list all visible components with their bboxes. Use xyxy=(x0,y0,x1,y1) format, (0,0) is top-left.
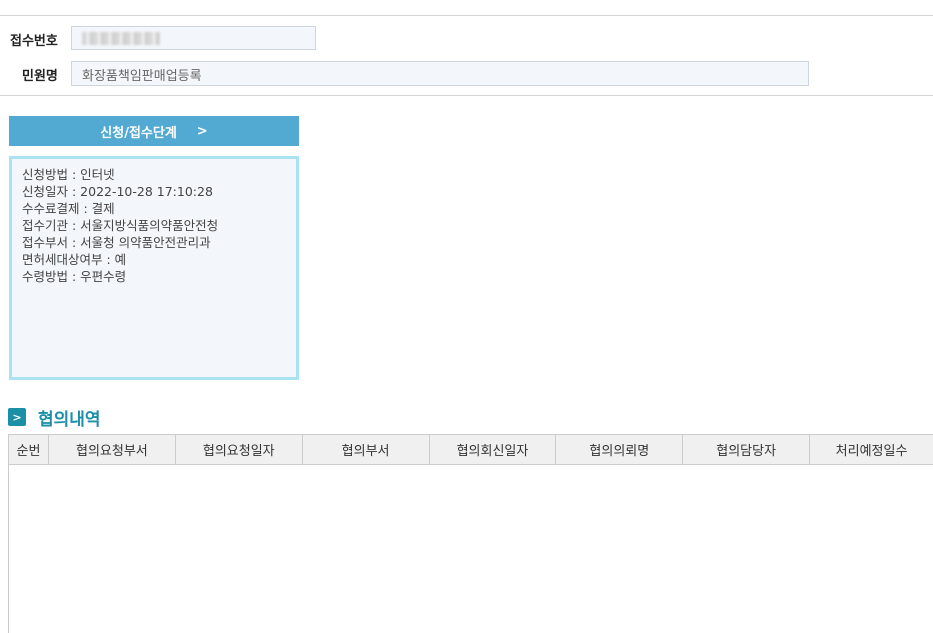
consultation-section-header: > 협의내역 xyxy=(8,405,101,430)
table-header-row: 순번 협의요청부서 협의요청일자 협의부서 협의회신일자 협의의뢰명 협의담당자… xyxy=(9,435,933,465)
col-reply-date[interactable]: 협의회신일자 xyxy=(430,435,557,464)
chevron-right-icon: > xyxy=(8,408,26,426)
receipt-number-label: 접수번호 xyxy=(10,34,58,49)
consultation-table: 순번 협의요청부서 협의요청일자 협의부서 협의회신일자 협의의뢰명 협의담당자… xyxy=(8,434,933,633)
detail-license-tax: 면허세대상여부 : 예 xyxy=(22,252,127,267)
stage-arrow-icon: > xyxy=(196,123,208,139)
receipt-number-field xyxy=(71,26,316,50)
detail-receiving-department: 접수부서 : 서울청 의약품안전관리과 xyxy=(22,235,211,250)
detail-receiving-agency: 접수기관 : 서울지방식품의약품안전청 xyxy=(22,218,219,233)
application-detail-box: 신청방법 : 인터넷 신청일자 : 2022-10-28 17:10:28 수수… xyxy=(9,156,299,380)
consultation-title: 협의내역 xyxy=(38,409,101,430)
col-manager[interactable]: 협의담당자 xyxy=(683,435,811,464)
application-stage-button[interactable]: 신청/접수단계 > xyxy=(9,116,299,146)
detail-application-method: 신청방법 : 인터넷 xyxy=(22,167,115,182)
col-expected-days[interactable]: 처리예정일수 xyxy=(810,435,933,464)
col-consult-department[interactable]: 협의부서 xyxy=(303,435,430,464)
col-sequence[interactable]: 순번 xyxy=(9,435,49,464)
detail-fee-payment: 수수료결제 : 결제 xyxy=(22,201,115,216)
stage-label: 신청/접수단계 xyxy=(100,125,177,141)
petition-name-label: 민원명 xyxy=(22,69,58,84)
col-request-name[interactable]: 협의의뢰명 xyxy=(556,435,684,464)
petition-name-field: 화장품책임판매업등록 xyxy=(71,61,809,86)
application-status-page: 접수번호 민원명 화장품책임판매업등록 신청/접수단계 > 신청방법 : 인터넷… xyxy=(0,0,933,633)
redacted-receipt-number xyxy=(82,32,160,45)
col-request-department[interactable]: 협의요청부서 xyxy=(49,435,176,464)
detail-application-date: 신청일자 : 2022-10-28 17:10:28 xyxy=(22,184,213,199)
receipt-info-block: 접수번호 민원명 화장품책임판매업등록 xyxy=(0,15,933,96)
detail-delivery-method: 수령방법 : 우편수령 xyxy=(22,269,127,284)
col-request-date[interactable]: 협의요청일자 xyxy=(176,435,303,464)
